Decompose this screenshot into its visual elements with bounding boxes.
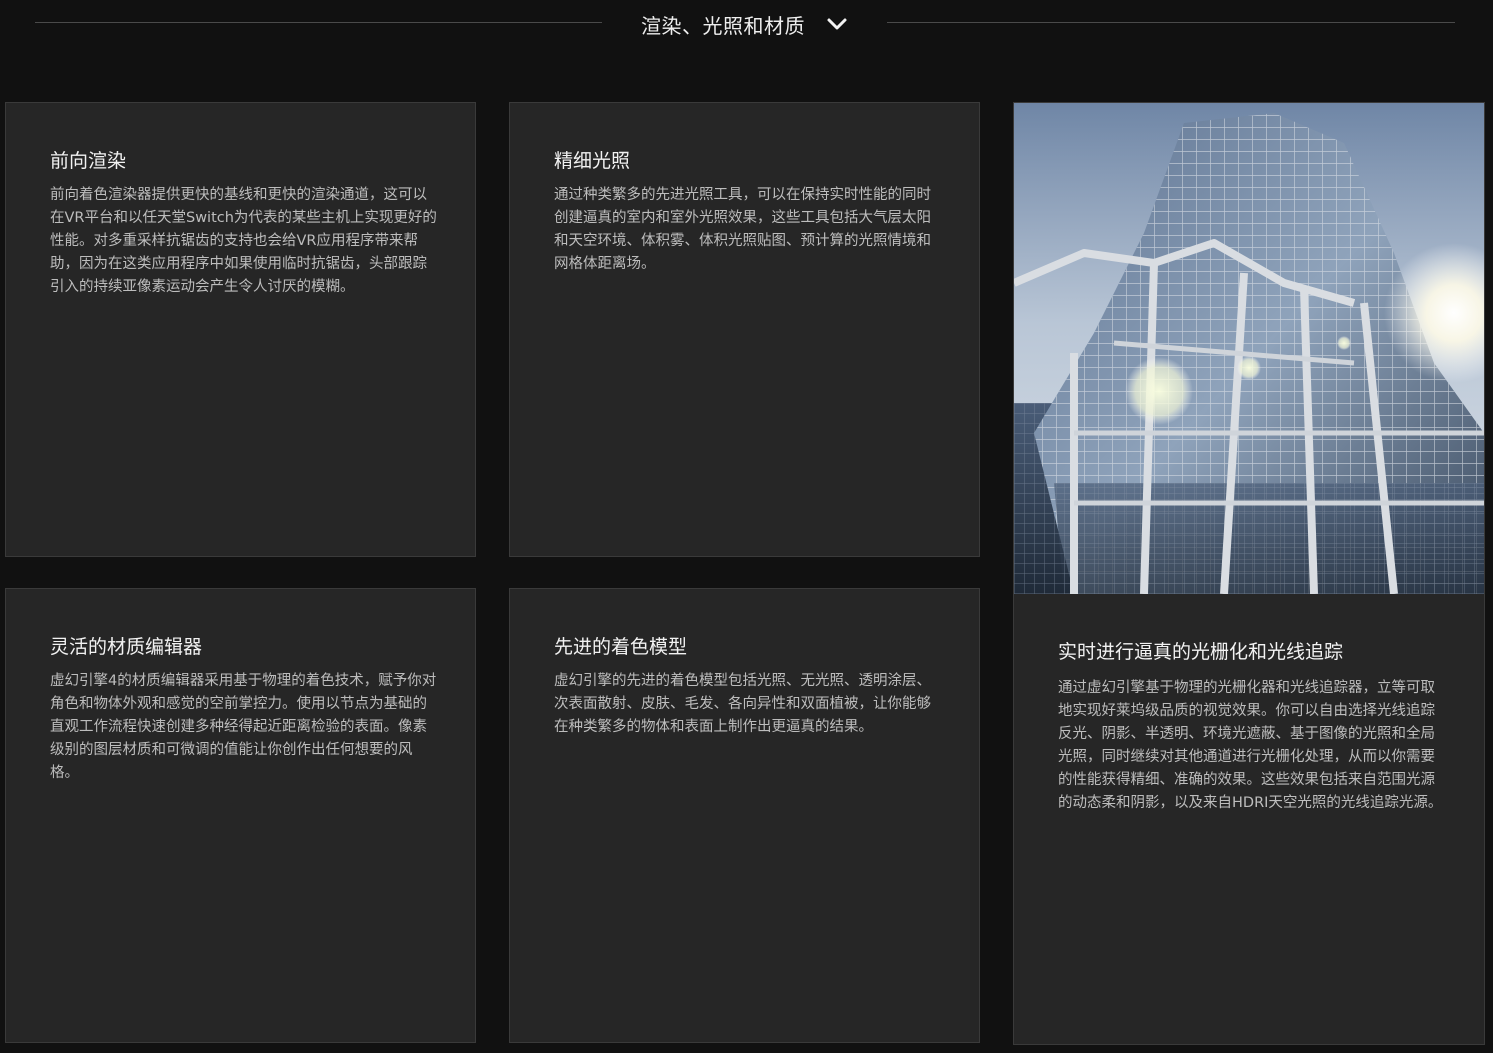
feature-card-forward-rendering: 前向渲染 前向着色渲染器提供更快的基线和更快的渲染通道，这可以在VR平台和以任天… — [5, 102, 476, 557]
feature-card-material-editor: 灵活的材质编辑器 虚幻引擎4的材质编辑器采用基于物理的着色技术，赋予你对角色和物… — [5, 588, 476, 1043]
card-title: 灵活的材质编辑器 — [50, 636, 203, 658]
feature-card-ray-tracing: 实时进行逼真的光栅化和光线追踪 通过虚幻引擎基于物理的光栅化器和光线追踪器，立等… — [1013, 102, 1485, 1045]
page: 渲染、光照和材质 前向渲染 前向着色渲染器提供更快的基线和更快的渲染通道，这可以… — [0, 0, 1493, 1053]
chevron-down-icon[interactable] — [826, 14, 848, 36]
card-description: 通过种类繁多的先进光照工具，可以在保持实时性能的同时创建逼真的室内和室外光照效果… — [554, 187, 931, 272]
card-description: 虚幻引擎的先进的着色模型包括光照、无光照、透明涂层、次表面散射、皮肤、毛发、各向… — [554, 673, 931, 735]
section-header: 渲染、光照和材质 — [0, 0, 1493, 50]
card-description: 前向着色渲染器提供更快的基线和更快的渲染通道，这可以在VR平台和以任天堂Swit… — [50, 187, 437, 295]
header-divider-right — [887, 22, 1455, 23]
skyscraper-image — [1014, 103, 1484, 594]
feature-card-shading-models: 先进的着色模型 虚幻引擎的先进的着色模型包括光照、无光照、透明涂层、次表面散射、… — [509, 588, 980, 1043]
card-description: 通过虚幻引擎基于物理的光栅化器和光线追踪器，立等可取地实现好莱坞级品质的视觉效果… — [1058, 680, 1443, 811]
card-title: 精细光照 — [554, 150, 631, 172]
header-divider-left — [35, 22, 602, 23]
card-title: 实时进行逼真的光栅化和光线追踪 — [1058, 641, 1344, 663]
section-title: 渲染、光照和材质 — [641, 14, 805, 38]
card-description: 虚幻引擎4的材质编辑器采用基于物理的着色技术，赋予你对角色和物体外观和感觉的空前… — [50, 673, 437, 781]
card-title: 先进的着色模型 — [554, 636, 688, 658]
feature-card-lighting: 精细光照 通过种类繁多的先进光照工具，可以在保持实时性能的同时创建逼真的室内和室… — [509, 102, 980, 557]
card-title: 前向渲染 — [50, 150, 127, 172]
